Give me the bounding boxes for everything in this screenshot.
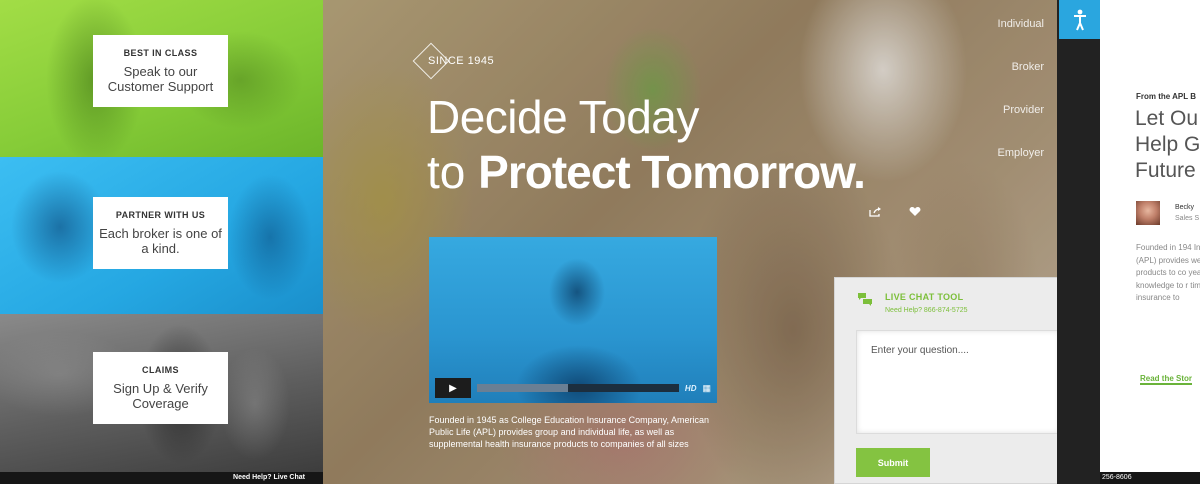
footer-phone: 256-8606 <box>1102 474 1132 481</box>
author-avatar <box>1136 201 1160 225</box>
tile-text: Sign Up & Verify Coverage <box>113 381 208 411</box>
headline-line-2: to Protect Tomorrow. <box>427 145 866 199</box>
audience-nav: Individual Broker Provider Employer <box>998 14 1044 186</box>
accessibility-icon[interactable] <box>1059 0 1100 39</box>
claims-card[interactable]: CLAIMS Sign Up & Verify Coverage <box>93 352 228 424</box>
broker-card[interactable]: PARTNER WITH US Each broker is one of a … <box>93 197 228 269</box>
right-footer-bar: 256-8606 <box>1100 472 1200 484</box>
left-footer-bar: Need Help? Live Chat <box>0 472 323 484</box>
chat-phone[interactable]: Need Help? 866-874-5725 <box>885 307 968 314</box>
video-controls: ▶ HD ▦ <box>429 373 717 403</box>
read-story-link[interactable]: Read the Stor <box>1140 374 1193 385</box>
chat-question-input[interactable]: Enter your question.... <box>856 330 1060 434</box>
video-progress <box>477 384 568 392</box>
live-chat-link[interactable]: Need Help? Live Chat <box>233 474 305 481</box>
nav-broker[interactable]: Broker <box>998 57 1044 100</box>
author-name: Becky <box>1175 204 1195 211</box>
hero-actions <box>868 205 922 220</box>
live-chat-panel: LIVE CHAT TOOL Need Help? 866-874-5725 E… <box>834 277 1084 484</box>
nav-individual[interactable]: Individual <box>998 14 1044 57</box>
nav-provider[interactable]: Provider <box>998 100 1044 143</box>
author-role: Sales S <box>1175 215 1200 222</box>
article-excerpt: Founded in 194 Insurance Com (APL) provi… <box>1136 243 1200 302</box>
article-source: From the APL B <box>1136 92 1197 101</box>
broker-tile[interactable]: PARTNER WITH US Each broker is one of a … <box>0 157 323 314</box>
nav-employer[interactable]: Employer <box>998 143 1044 186</box>
tile-text: Each broker is one of a kind. <box>99 226 222 256</box>
fullscreen-icon[interactable]: ▦ <box>702 383 711 394</box>
chat-header: LIVE CHAT TOOL Need Help? 866-874-5725 <box>857 292 968 314</box>
hero-description: Founded in 1945 as College Education Ins… <box>429 415 710 449</box>
chat-bubbles-icon <box>857 292 873 314</box>
video-player[interactable]: ▶ HD ▦ <box>429 237 717 403</box>
headline-to: to <box>427 146 466 198</box>
hd-toggle[interactable]: HD <box>685 384 697 393</box>
play-icon: ▶ <box>449 382 457 394</box>
tile-label: PARTNER WITH US <box>115 210 206 220</box>
share-icon[interactable] <box>868 205 882 220</box>
article-title[interactable]: Let Ou Help G Future <box>1135 106 1200 184</box>
blog-article-panel: From the APL B Let Ou Help G Future Beck… <box>1100 0 1200 472</box>
utility-strip <box>1057 0 1100 484</box>
video-scrubber[interactable] <box>477 384 679 392</box>
submit-button[interactable]: Submit <box>856 448 930 477</box>
tile-label: CLAIMS <box>142 365 179 375</box>
headline-line-1: Decide Today <box>427 91 699 143</box>
feature-tiles: BEST IN CLASS Speak to our Customer Supp… <box>0 0 323 484</box>
play-button[interactable]: ▶ <box>435 378 471 398</box>
chat-title: LIVE CHAT TOOL <box>885 292 964 302</box>
headline-bold: Protect Tomorrow. <box>478 146 866 198</box>
heart-icon[interactable] <box>908 205 922 220</box>
tile-label: BEST IN CLASS <box>123 48 198 58</box>
excerpt-fade <box>1100 320 1200 350</box>
since-text: SINCE 1945 <box>428 55 495 67</box>
customer-support-tile[interactable]: BEST IN CLASS Speak to our Customer Supp… <box>0 0 323 157</box>
since-badge: SINCE 1945 <box>412 42 500 80</box>
customer-support-card[interactable]: BEST IN CLASS Speak to our Customer Supp… <box>93 35 228 107</box>
claims-tile[interactable]: CLAIMS Sign Up & Verify Coverage <box>0 314 323 472</box>
tile-text: Speak to our Customer Support <box>107 64 214 94</box>
